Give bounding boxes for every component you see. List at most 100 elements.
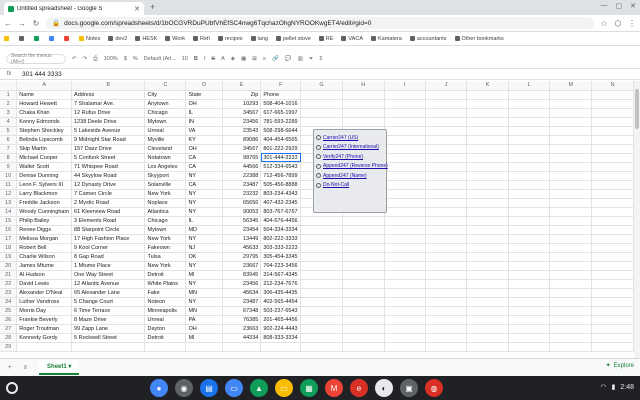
cell[interactable] [342, 117, 385, 127]
cell[interactable]: 301-444-3333 [260, 153, 302, 163]
cell[interactable] [384, 288, 426, 298]
cell[interactable] [384, 243, 426, 253]
cell[interactable]: KY [185, 135, 223, 145]
cell[interactable]: Name [16, 90, 73, 100]
font-size-select[interactable]: 10 [182, 56, 188, 62]
cell[interactable] [342, 225, 385, 235]
cell[interactable] [549, 243, 593, 253]
cell[interactable]: 23487 [222, 297, 262, 307]
cell[interactable]: Skip Martin [16, 144, 73, 154]
launcher-icon[interactable] [6, 382, 18, 394]
cell[interactable]: 23487 [222, 180, 262, 190]
cell[interactable] [425, 99, 468, 109]
cell[interactable] [384, 333, 426, 343]
new-tab-button[interactable]: + [150, 2, 155, 12]
cell[interactable] [425, 297, 468, 307]
cell[interactable]: 23667 [222, 261, 262, 271]
cell[interactable] [508, 144, 551, 154]
cell[interactable] [466, 180, 509, 190]
row-header[interactable]: 17 [0, 234, 18, 244]
minimize-icon[interactable]: — [601, 2, 608, 10]
cell[interactable]: 1 Mtume Place [71, 261, 146, 271]
cell[interactable]: 12 Dynasty Drive [71, 180, 146, 190]
row-header[interactable]: 18 [0, 243, 18, 253]
cell[interactable]: 803-234-4343 [260, 189, 302, 199]
cell[interactable] [466, 189, 509, 199]
cell[interactable] [508, 234, 551, 244]
cell[interactable]: Frankie Beverly [16, 315, 73, 325]
row-header[interactable]: 27 [0, 324, 18, 334]
cell[interactable]: One Way Street [71, 270, 146, 280]
cell[interactable]: 12 Rufus Drive [71, 108, 146, 118]
menu-icon[interactable]: ⋮ [628, 19, 636, 28]
cell[interactable] [425, 108, 468, 118]
search-menus-input[interactable]: Search the menus (Alt+/) [6, 53, 66, 65]
cell[interactable] [549, 234, 593, 244]
explore-button[interactable]: ✦ Explore [606, 362, 634, 370]
row-header[interactable]: 1 [0, 90, 18, 100]
cell[interactable]: 29795 [222, 252, 262, 262]
app-red-icon[interactable]: e [350, 379, 368, 397]
docs-icon[interactable]: ▭ [225, 379, 243, 397]
cell[interactable] [425, 225, 468, 235]
cell[interactable]: Fake [144, 288, 187, 298]
cell[interactable] [549, 297, 593, 307]
cell[interactable]: Denise Dunning [16, 171, 73, 181]
cell[interactable]: Howard Hewett [16, 99, 73, 109]
undo-icon[interactable]: ↶ [72, 56, 77, 62]
cell[interactable] [384, 207, 426, 217]
cell[interactable]: Kennedy Gordy [16, 333, 73, 343]
cell[interactable] [508, 126, 551, 136]
cell[interactable] [425, 117, 468, 127]
bookmark-item[interactable] [19, 35, 26, 42]
cell[interactable] [300, 261, 343, 271]
cell[interactable] [549, 225, 593, 235]
cell[interactable]: Michael Cooper [16, 153, 73, 163]
cell[interactable] [591, 135, 634, 145]
cell[interactable]: 5 Lakeside Avenue [71, 126, 146, 136]
cell[interactable]: Myville [144, 135, 187, 145]
cell[interactable] [508, 252, 551, 262]
cell[interactable] [549, 162, 593, 172]
cell[interactable] [342, 324, 385, 334]
cell[interactable] [342, 279, 385, 289]
cell[interactable]: MN [185, 306, 223, 316]
cell[interactable] [508, 207, 551, 217]
cell[interactable]: 508-404-1016 [260, 99, 302, 109]
cell[interactable] [71, 342, 146, 352]
cell[interactable] [260, 342, 302, 352]
cell[interactable]: 23232 [222, 189, 262, 199]
popup-item[interactable]: Do-Not-Call [316, 181, 384, 191]
popup-item[interactable]: Append247 (Reverse Phone) [316, 162, 388, 172]
cell[interactable] [384, 144, 426, 154]
cell[interactable]: NY [185, 207, 223, 217]
link-icon[interactable]: 🔗 [272, 56, 279, 62]
cell[interactable]: NY [185, 171, 223, 181]
cell[interactable] [384, 225, 426, 235]
cell[interactable] [144, 342, 187, 352]
row-header[interactable]: 28 [0, 333, 18, 343]
cell[interactable] [466, 234, 509, 244]
cell[interactable] [425, 90, 468, 100]
row-header[interactable]: 16 [0, 225, 18, 235]
cell[interactable]: NY [185, 198, 223, 208]
cell[interactable] [466, 153, 509, 163]
cell[interactable] [591, 126, 634, 136]
cell[interactable]: 7 Shalamar Ave. [71, 99, 146, 109]
cell[interactable] [300, 99, 343, 109]
cell[interactable]: 44566 [222, 162, 262, 172]
cell[interactable] [591, 342, 634, 352]
cell[interactable]: 90053 [222, 207, 262, 217]
italic-icon[interactable]: I [204, 56, 206, 62]
popup-item[interactable]: Verify247 (Phone) [316, 152, 384, 162]
row-header[interactable]: 10 [0, 171, 18, 181]
bookmark-item[interactable]: pellet stove [275, 36, 311, 42]
column-header[interactable]: N [591, 81, 634, 91]
cell[interactable]: 89086 [222, 135, 262, 145]
cell[interactable]: State [185, 90, 223, 100]
column-header[interactable]: F [260, 81, 302, 91]
row-header[interactable]: 29 [0, 342, 18, 352]
cell[interactable]: Morris Day [16, 306, 73, 316]
close-tab-icon[interactable]: ✕ [134, 5, 140, 13]
app-red2-icon[interactable]: ◍ [425, 379, 443, 397]
